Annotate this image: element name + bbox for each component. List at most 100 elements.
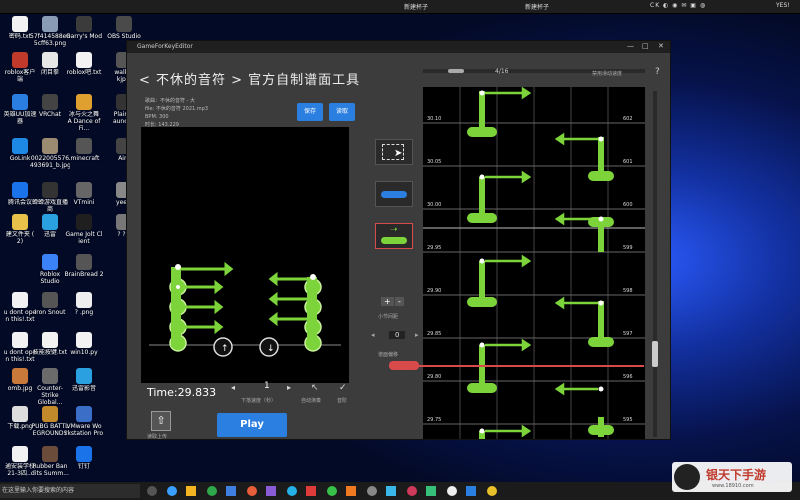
upload-icon: ⇧: [156, 414, 166, 427]
top-bar-item[interactable]: 新建杯子: [404, 2, 428, 11]
watermark-url: www.18910.com: [712, 483, 754, 489]
minus-button[interactable]: -: [395, 297, 404, 306]
scale-label[interactable]: 音阶: [337, 397, 347, 404]
desktop-icon-image: [12, 52, 28, 68]
desktop-icon-image: [42, 214, 58, 230]
watermark-text: 银天下手游: [706, 468, 767, 482]
desktop-icon-image: [42, 16, 58, 32]
page-title: < 不休的音符 > 官方自制谱面工具: [139, 73, 361, 88]
desktop-icon-label: Game Jolt Cl ient: [65, 231, 103, 245]
desktop-icon[interactable]: BrainBread 2: [64, 254, 104, 278]
taskbar-search-input[interactable]: 在这里输入你要搜索的内容: [0, 484, 140, 498]
play-button[interactable]: Play: [217, 413, 287, 437]
row-index-label: 599: [623, 245, 633, 251]
desktop-icon-image: [76, 254, 92, 270]
desktop-icon-image: [76, 292, 92, 308]
row-index-label: 596: [623, 374, 633, 380]
upload-label: 读取上传: [147, 434, 168, 440]
speed-increase-button[interactable]: ▸: [287, 383, 291, 392]
desktop-icon[interactable]: 迅雷影音: [64, 368, 104, 392]
desktop-icon[interactable]: Game Jolt Cl ient: [64, 214, 104, 245]
svg-text:↑: ↑: [221, 344, 229, 354]
desktop-icon-image: [76, 446, 92, 462]
desktop-icon-image: [42, 254, 58, 270]
scrollbar-track[interactable]: [652, 91, 658, 437]
measure-spacing-label: 小节间距: [378, 314, 399, 320]
desktop-icon[interactable]: OBS Studio: [104, 16, 144, 40]
row-index-label: 597: [623, 331, 633, 337]
help-button[interactable]: ?: [655, 67, 660, 77]
desktop-icon-image: [42, 52, 58, 68]
cursor-icon[interactable]: ↖: [311, 383, 319, 393]
desktop-icon[interactable]: 钉钉: [64, 446, 104, 470]
auto-play-label[interactable]: 自动演奏: [301, 397, 321, 404]
desktop-icon-image: [12, 368, 28, 384]
desktop-icon[interactable]: 冰与火之舞 A Dance of Fi...: [64, 94, 104, 132]
desktop-icon[interactable]: VMware Wo rkstation Pro: [64, 406, 104, 437]
desktop-icon-label: win10.py: [70, 349, 98, 356]
speed-label: 下落速度（秒）: [241, 398, 277, 404]
slide-note-tool-button[interactable]: ➝: [375, 223, 413, 249]
desktop-icon-image: [76, 16, 92, 32]
tap-note-tool-button[interactable]: [375, 181, 413, 207]
minimize-icon[interactable]: —: [627, 42, 634, 50]
desktop-icon-image: [42, 94, 58, 110]
desktop-icon-image: [42, 406, 58, 422]
plus-button[interactable]: +: [381, 297, 394, 306]
upload-button[interactable]: ⇧: [151, 411, 171, 431]
row-time-label: 29.85: [427, 331, 442, 337]
top-bar-item[interactable]: 新建杯子: [525, 2, 549, 11]
row-time-label: 29.95: [427, 245, 442, 251]
save-button[interactable]: 保存: [297, 103, 323, 121]
row-time-label: 29.90: [427, 288, 442, 294]
desktop-icon[interactable]: ? .png: [64, 292, 104, 316]
top-bar-item[interactable]: YES!: [776, 2, 790, 9]
desktop-icon-image: [12, 292, 28, 308]
svg-text:↓: ↓: [267, 344, 275, 354]
load-button[interactable]: 读取: [329, 103, 355, 121]
desktop-icon-label: 钉钉: [77, 463, 90, 470]
desktop-icon[interactable]: roblox吧.txt: [64, 52, 104, 76]
desktop-icon-image: [12, 182, 28, 198]
disable-scroll-speed-label[interactable]: 禁用滑动速度: [592, 70, 622, 77]
check-icon[interactable]: ✓: [339, 383, 347, 393]
desktop-icon-image: [76, 52, 92, 68]
stepper-decrease-button[interactable]: ◂: [371, 331, 375, 339]
page-slider-thumb[interactable]: [448, 69, 464, 73]
chart-grid[interactable]: [423, 86, 645, 439]
desktop-icon-image: [12, 332, 28, 348]
desktop-icon[interactable]: Garry's Mod: [64, 16, 104, 40]
desktop-icon-label: VMware Wo rkstation Pro: [64, 423, 103, 437]
desktop-icon[interactable]: .minecraft: [64, 138, 104, 162]
offset-line[interactable]: [389, 365, 644, 367]
scrollbar-thumb[interactable]: [652, 341, 658, 367]
speed-value: 1: [264, 381, 270, 391]
row-index-label: 598: [623, 288, 633, 294]
maximize-icon[interactable]: □: [642, 42, 649, 50]
row-time-label: 30.05: [427, 159, 442, 165]
desktop-icon[interactable]: VTmini: [64, 182, 104, 206]
chart-editor[interactable]: [423, 86, 645, 439]
offset-stepper[interactable]: 0: [389, 331, 406, 339]
speed-decrease-button[interactable]: ◂: [231, 383, 235, 392]
preview-notes: ↑ ↓: [149, 261, 341, 357]
stepper-increase-button[interactable]: ▸: [415, 331, 419, 339]
desktop-icon[interactable]: win10.py: [64, 332, 104, 356]
song-name: 歌曲：不休的音符 - 大: [145, 98, 195, 104]
row-time-label: 29.75: [427, 417, 442, 423]
close-icon[interactable]: ✕: [658, 42, 664, 50]
row-time-label: 30.10: [427, 116, 442, 122]
desktop-icon-image: [76, 368, 92, 384]
title-bar: GameForKeyEditor — □ ✕: [127, 41, 670, 53]
song-info: 歌曲：不休的音符 - 大 file: 不休的音符 2021.mp3 BPM: 3…: [145, 97, 208, 129]
preview-canvas: ↑ ↓: [141, 127, 349, 383]
offset-handle[interactable]: [389, 361, 419, 370]
select-tool-button[interactable]: ➤: [375, 139, 413, 165]
desktop-icon-label: ? .png: [74, 309, 94, 316]
tray-icons[interactable]: CK ◐ ◉ ✉ ▣ ◍: [650, 2, 706, 9]
desktop-icon-image: [12, 138, 28, 154]
desktop-icon-label: 迅雷影音: [71, 385, 96, 392]
desktop-icon-image: [76, 332, 92, 348]
desktop-icon-image: [76, 214, 92, 230]
bpm-value: BPM: 300: [145, 114, 169, 120]
